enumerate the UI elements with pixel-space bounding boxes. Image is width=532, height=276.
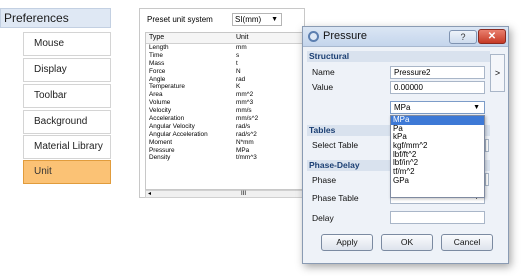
unit-type-cell: Volume [149, 99, 171, 107]
preset-unit-system-label: Preset unit system [147, 15, 213, 24]
column-header-type: Type [149, 34, 165, 41]
chevron-down-icon: ▼ [271, 16, 278, 23]
phase-label: Phase [312, 175, 337, 185]
unit-type-cell: Moment [149, 138, 173, 146]
unit-value-cell: s [236, 51, 240, 59]
sidebar-item-mouse[interactable]: Mouse [23, 32, 111, 56]
table-row[interactable]: Density t/mm^3 [146, 154, 305, 162]
table-row[interactable]: Angular Acceleration rad/s^2 [146, 131, 305, 139]
unit-value-cell: K [236, 83, 241, 91]
table-row[interactable]: Angle rad [146, 76, 305, 84]
unit-type-cell: Force [149, 67, 166, 75]
sidebar-item-toolbar[interactable]: Toolbar [23, 84, 111, 108]
dialog-title: Pressure [323, 30, 368, 42]
table-row[interactable]: Volume mm^3 [146, 99, 305, 107]
unit-settings-panel: Preset unit system SI(mm) ▼ Type Unit Le… [139, 8, 306, 198]
help-button[interactable]: ? [449, 30, 477, 44]
unit-type-cell: Pressure [149, 146, 175, 154]
table-row[interactable]: Velocity mm/s [146, 107, 305, 115]
unit-value-cell: mm/s [236, 107, 252, 115]
select-table-label: Select Table [312, 140, 359, 150]
table-row[interactable]: Temperature K [146, 83, 305, 91]
table-row[interactable]: Force N [146, 68, 305, 76]
table-row[interactable]: Moment N*mm [146, 139, 305, 147]
delay-input[interactable] [390, 211, 485, 224]
chevron-down-icon: ▼ [473, 104, 480, 111]
pressure-dialog: Pressure ? ✕ Structural Name Pressure2 V… [302, 26, 509, 264]
dropdown-option[interactable]: MPa [391, 116, 484, 125]
sidebar-item-background[interactable]: Background [23, 110, 111, 134]
unit-table: Type Unit Length mm Time s Mass t Force N Angle r… [145, 32, 306, 190]
unit-value-cell: rad [236, 75, 246, 83]
preferences-sidebar: Preferences Mouse Display Toolbar Backgr… [0, 0, 111, 200]
unit-type-cell: Angle [149, 75, 166, 83]
value-input[interactable]: 0.00000 [390, 81, 485, 94]
unit-type-cell: Acceleration [149, 115, 185, 123]
unit-dropdown-list: MPa Pa kPa kgf/mm^2 lbf/ft^2 lbf/in^2 tf/m^2 GP… [390, 115, 485, 198]
expand-panel-button[interactable]: > [490, 54, 505, 92]
preset-unit-system-value: SI(mm) [235, 15, 262, 24]
unit-value-cell: N [236, 67, 241, 75]
scroll-left-icon[interactable]: ◂ [148, 191, 151, 197]
name-label: Name [312, 67, 335, 77]
name-input[interactable]: Pressure2 [390, 66, 485, 79]
sidebar-item-display[interactable]: Display [23, 58, 111, 82]
unit-value-cell: rad/s [236, 122, 251, 130]
dropdown-option[interactable]: GPa [391, 176, 484, 186]
unit-value-cell: t/mm^3 [236, 154, 257, 162]
horizontal-scrollbar[interactable]: ◂ III [145, 190, 306, 198]
preset-unit-system-select[interactable]: SI(mm) ▼ [232, 13, 282, 26]
unit-type-cell: Density [149, 154, 171, 162]
unit-type-cell: Angular Velocity [149, 122, 195, 130]
sidebar-item-unit[interactable]: Unit [23, 160, 111, 184]
table-row[interactable]: Length mm [146, 44, 305, 52]
table-row[interactable]: Time s [146, 52, 305, 60]
dialog-titlebar[interactable]: Pressure ? ✕ [303, 27, 508, 47]
unit-type-cell: Mass [149, 59, 165, 67]
table-row[interactable]: Mass t [146, 60, 305, 68]
table-header: Type Unit [146, 33, 305, 44]
unit-value-cell: mm [236, 44, 247, 51]
sidebar-item-material-library[interactable]: Material Library [23, 135, 111, 159]
preferences-title: Preferences [0, 8, 111, 28]
phase-table-label: Phase Table [312, 193, 359, 203]
unit-value-cell: mm/s^2 [236, 115, 259, 123]
value-label: Value [312, 82, 334, 92]
unit-value-cell: mm^2 [236, 91, 254, 99]
table-row[interactable]: Area mm^2 [146, 91, 305, 99]
unit-type-cell: Time [149, 51, 163, 59]
table-body: Length mm Time s Mass t Force N Angle rad Temperat… [146, 44, 305, 162]
select-table-field-edge[interactable] [485, 139, 489, 152]
unit-value-cell: rad/s^2 [236, 130, 257, 138]
table-row[interactable]: Angular Velocity rad/s [146, 123, 305, 131]
ok-button[interactable]: OK [381, 234, 433, 251]
unit-type-cell: Angular Acceleration [149, 130, 208, 138]
unit-type-cell: Temperature [149, 83, 185, 91]
section-structural: Structural [307, 51, 490, 62]
unit-value-cell: N*mm [236, 138, 254, 146]
table-row[interactable]: Pressure MPa [146, 147, 305, 155]
app-logo-icon [308, 31, 319, 42]
table-row[interactable]: Acceleration mm/s^2 [146, 115, 305, 123]
cancel-button[interactable]: Cancel [441, 234, 493, 251]
apply-button[interactable]: Apply [321, 234, 373, 251]
scrollbar-grip[interactable]: III [241, 191, 246, 197]
delay-label: Delay [312, 213, 334, 223]
column-header-unit: Unit [236, 34, 249, 41]
unit-type-cell: Velocity [149, 107, 172, 115]
unit-type-cell: Length [149, 44, 169, 51]
phase-field-edge[interactable] [485, 173, 489, 186]
unit-select-value: MPa [394, 103, 411, 112]
close-button[interactable]: ✕ [478, 29, 506, 44]
unit-value-cell: MPa [236, 146, 250, 154]
unit-select[interactable]: MPa ▼ [390, 101, 485, 114]
unit-value-cell: mm^3 [236, 99, 254, 107]
unit-type-cell: Area [149, 91, 163, 99]
unit-value-cell: t [236, 59, 238, 67]
